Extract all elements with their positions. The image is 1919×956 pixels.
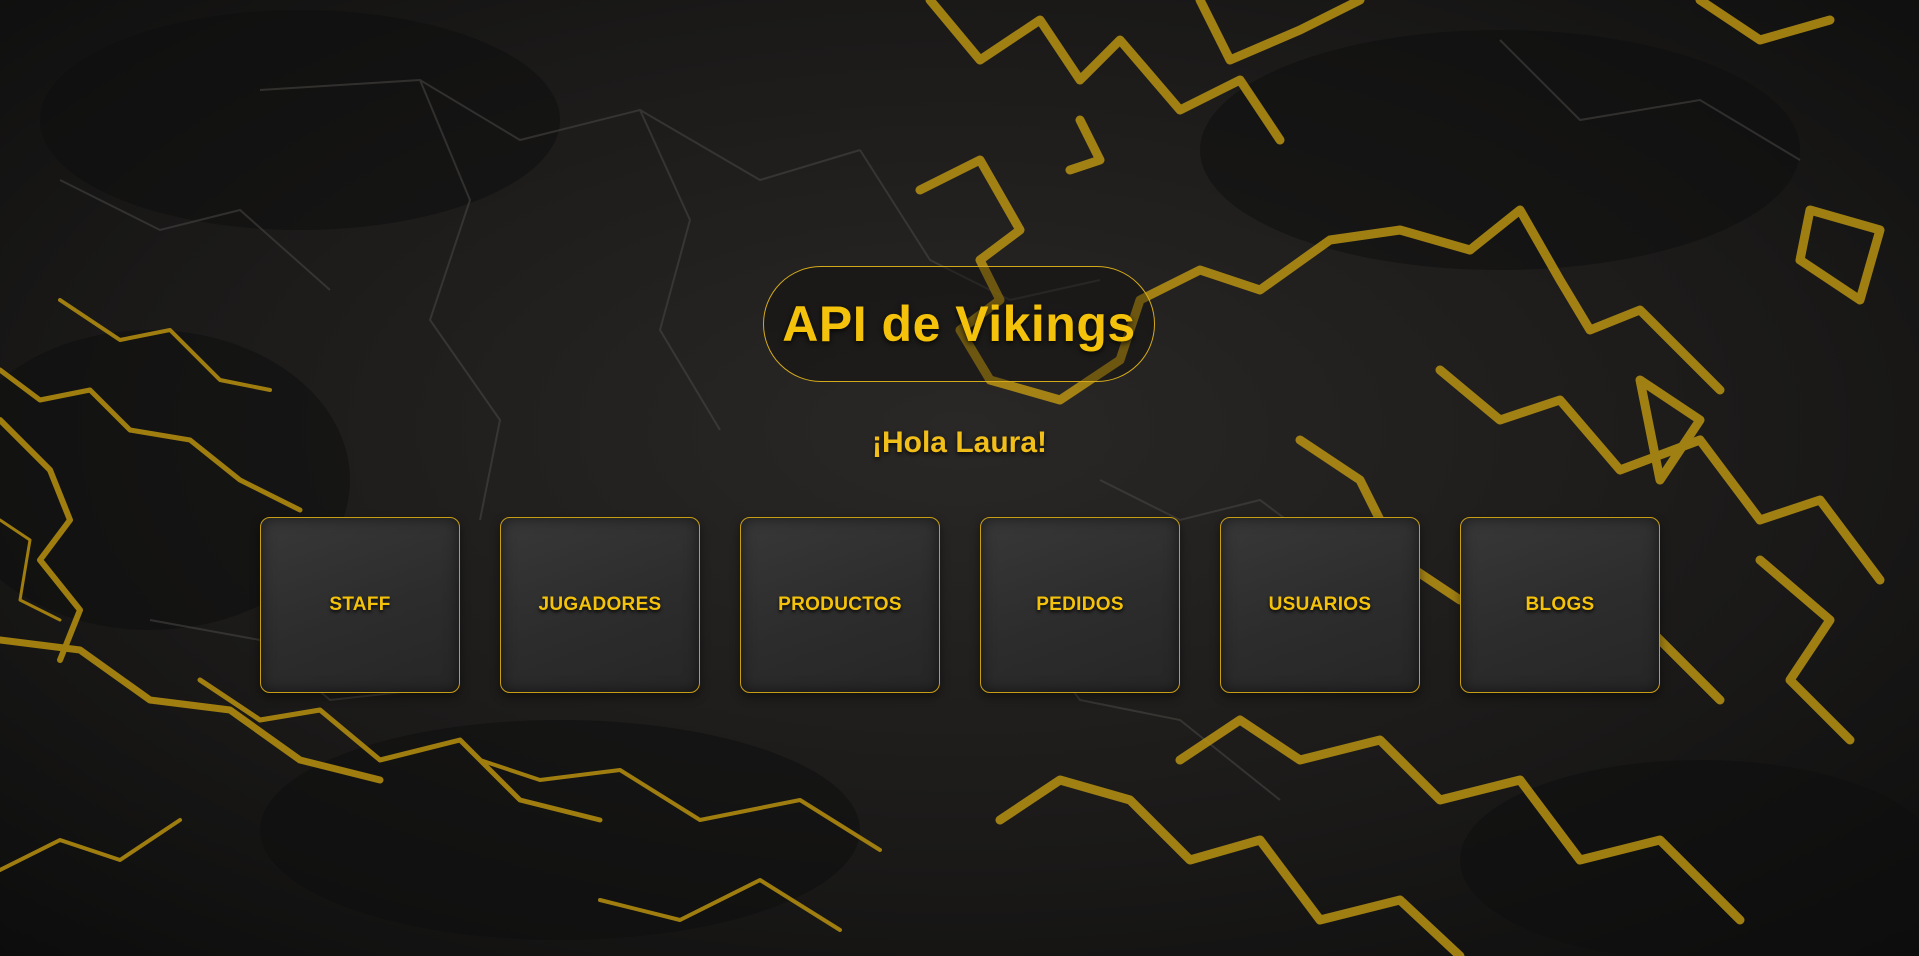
tile-productos-label: PRODUCTOS [778, 594, 902, 615]
tile-productos[interactable]: PRODUCTOS [740, 517, 940, 693]
background-marble-image [0, 0, 1919, 956]
menu-tiles: STAFF JUGADORES PRODUCTOS PEDIDOS USUARI… [260, 517, 1660, 693]
tile-pedidos-label: PEDIDOS [1036, 594, 1124, 615]
page: API de Vikings ¡Hola Laura! STAFF JUGADO… [0, 0, 1919, 956]
page-title: API de Vikings [782, 296, 1136, 352]
tile-jugadores-label: JUGADORES [538, 594, 662, 615]
tile-blogs[interactable]: BLOGS [1460, 517, 1660, 693]
tile-usuarios-label: USUARIOS [1268, 594, 1372, 615]
title-pill: API de Vikings [763, 266, 1155, 382]
tile-jugadores[interactable]: JUGADORES [500, 517, 700, 693]
tile-pedidos[interactable]: PEDIDOS [980, 517, 1180, 693]
greeting-text: ¡Hola Laura! [871, 426, 1048, 459]
tile-staff-label: STAFF [329, 594, 391, 615]
tile-staff[interactable]: STAFF [260, 517, 460, 693]
tile-usuarios[interactable]: USUARIOS [1220, 517, 1420, 693]
tile-blogs-label: BLOGS [1525, 594, 1595, 615]
